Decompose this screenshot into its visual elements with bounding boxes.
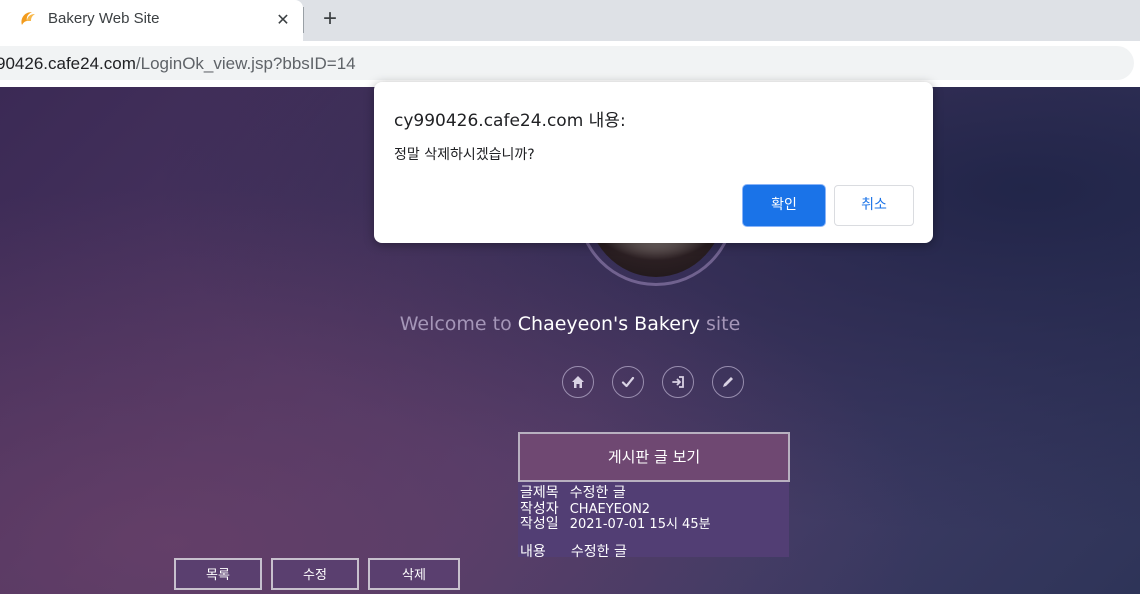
url-text: 90426.cafe24.com/LoginOk_view.jsp?bbsID=… (0, 54, 356, 74)
dialog-title: cy990426.cafe24.com 내용: (394, 111, 626, 131)
ok-button[interactable]: 확인 (743, 185, 825, 226)
content-value: 수정한 글 (570, 544, 627, 560)
cancel-button[interactable]: 취소 (834, 185, 914, 226)
croissant-icon (18, 9, 38, 29)
list-button[interactable]: 목록 (174, 558, 262, 590)
home-icon[interactable] (562, 366, 594, 398)
browser-tab[interactable]: Bakery Web Site ✕ (0, 0, 303, 41)
welcome-prefix: Welcome to (399, 313, 518, 335)
date-value: 2021-07-01 15시 45분 (569, 517, 711, 532)
address-bar: 90426.cafe24.com/LoginOk_view.jsp?bbsID=… (0, 41, 1140, 87)
browser-window: Bakery Web Site ✕ + 90426.cafe24.com/Log… (0, 0, 1140, 594)
tab-separator (303, 7, 304, 33)
url-path: /LoginOk_view.jsp?bbsID=14 (135, 54, 356, 73)
welcome-suffix: site (699, 313, 741, 335)
close-icon[interactable]: ✕ (272, 9, 294, 31)
dialog-message: 정말 삭제하시겠습니까? (394, 147, 535, 163)
edit-button[interactable]: 수정 (271, 558, 359, 590)
tab-title: Bakery Web Site (48, 10, 160, 27)
login-icon[interactable] (662, 366, 694, 398)
board-header: 게시판 글 보기 (518, 432, 790, 482)
pencil-icon[interactable] (712, 366, 744, 398)
confirm-dialog: cy990426.cafe24.com 내용: 정말 삭제하시겠습니까? 확인 … (374, 82, 933, 243)
tab-strip: Bakery Web Site ✕ + (0, 0, 1140, 41)
url-field[interactable]: 90426.cafe24.com/LoginOk_view.jsp?bbsID=… (0, 46, 1134, 80)
delete-button[interactable]: 삭제 (368, 558, 460, 590)
url-host: 90426.cafe24.com (0, 54, 136, 73)
date-label: 작성일 (520, 516, 559, 532)
board-date-row: 작성일 2021-07-01 15시 45분 (520, 513, 711, 533)
board-content-row: 내용 수정한 글 (520, 541, 627, 561)
content-label: 내용 (520, 544, 546, 560)
check-icon[interactable] (612, 366, 644, 398)
welcome-text: Welcome to Chaeyeon's Bakery site (0, 313, 1140, 335)
welcome-brand: Chaeyeon's Bakery (517, 313, 700, 335)
board-detail: 글제목 수정한 글 작성자 CHAEYEON2 작성일 2021-07-01 1… (518, 482, 789, 560)
plus-icon[interactable]: + (318, 6, 342, 32)
